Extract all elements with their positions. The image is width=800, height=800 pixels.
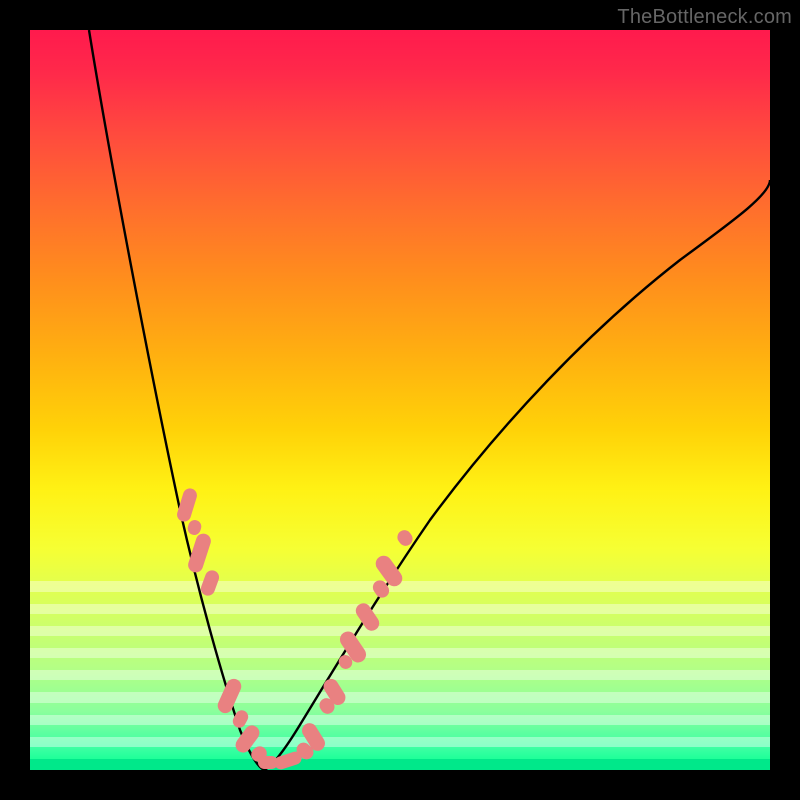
curve-layer	[30, 30, 770, 770]
curve-right	[264, 180, 770, 770]
curve-left	[89, 30, 264, 770]
chart-frame: TheBottleneck.com	[0, 0, 800, 800]
plot-area	[30, 30, 770, 770]
attribution-text: TheBottleneck.com	[617, 6, 792, 29]
